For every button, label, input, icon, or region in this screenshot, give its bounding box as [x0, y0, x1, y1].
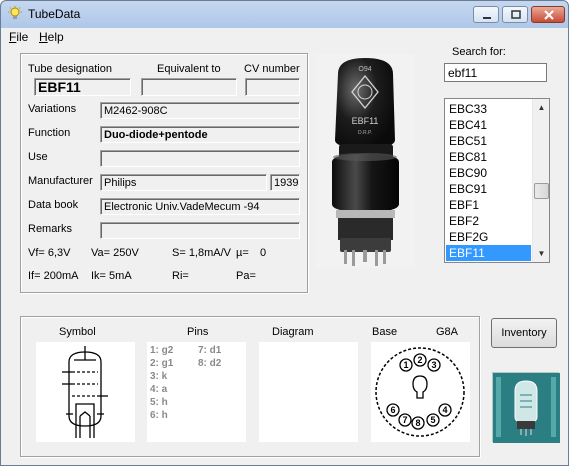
symbol-label: Symbol — [59, 326, 96, 338]
remarks-label: Remarks — [28, 223, 73, 235]
tube-photo-image: O94 EBF11 D.R.P. — [332, 58, 399, 266]
app-logo — [492, 372, 560, 443]
pa-label: Pa= — [236, 270, 256, 282]
menu-help[interactable]: Help — [39, 30, 64, 44]
mu-value: 0 — [260, 247, 267, 259]
base-pin-number: 6 — [390, 405, 395, 415]
tube-designation-field[interactable]: EBF11 — [34, 78, 131, 96]
lightbulb-icon — [8, 6, 22, 19]
ri-label: Ri= — [172, 270, 189, 282]
base-diagram-image: 1 2 3 4 5 6 7 8 — [375, 347, 465, 437]
close-button[interactable] — [531, 6, 565, 23]
base-type-label: G8A — [436, 326, 459, 338]
list-item[interactable]: EBC91 — [446, 181, 531, 197]
minimize-button[interactable] — [473, 6, 499, 23]
pins-col-1: 1: g2 2: g1 3: k 4: a 5: h 6: h — [150, 344, 173, 422]
diagram-label: Diagram — [272, 326, 314, 338]
list-item[interactable]: EBC51 — [446, 133, 531, 149]
cv-number-label: CV number — [244, 63, 300, 75]
manufacturer-field[interactable]: Philips — [100, 174, 267, 191]
list-item[interactable]: EBC41 — [446, 117, 531, 133]
base-label: Base — [372, 326, 398, 338]
databook-label: Data book — [28, 199, 79, 211]
list-item[interactable]: EBC90 — [446, 165, 531, 181]
menu-bar: File Help — [1, 28, 568, 46]
list-item[interactable]: EBC81 — [446, 149, 531, 165]
pin-entry: 4: a — [150, 384, 168, 395]
vf-value: Vf= 6,3V — [28, 247, 71, 259]
list-item-selected[interactable]: EBF11 — [446, 245, 531, 261]
tube-logo-icon — [493, 373, 560, 443]
base-pin-number: 4 — [442, 405, 447, 415]
client-area: Tube designation Equivalent to CV number… — [4, 46, 565, 463]
tube-listbox[interactable]: EBC33 EBC41 EBC51 EBC81 EBC90 EBC91 EBF1… — [444, 98, 550, 263]
pin-entry: 3: k — [150, 371, 168, 382]
photo-top-mark: O94 — [358, 66, 371, 73]
base-pin-number: 5 — [430, 415, 435, 425]
diagram-panel — [259, 342, 358, 442]
scroll-thumb[interactable] — [534, 183, 549, 199]
year-field[interactable]: 1939 — [270, 174, 300, 191]
mu-label: µ= — [236, 247, 249, 259]
symbol-panel — [36, 342, 135, 442]
remarks-field[interactable] — [100, 222, 300, 239]
pin-entry: 6: h — [150, 410, 168, 421]
list-item[interactable]: EBF2G — [446, 229, 531, 245]
base-pin-number: 7 — [402, 415, 407, 425]
pin-entry: 7: d1 — [198, 345, 222, 356]
tube-photo: O94 EBF11 D.R.P. — [316, 54, 415, 268]
inventory-button[interactable]: Inventory — [491, 318, 557, 348]
pin-entry: 2: g1 — [150, 358, 174, 369]
ik-value: Ik= 5mA — [91, 270, 132, 282]
photo-brand: EBF11 — [352, 116, 379, 126]
base-pin-number: 8 — [415, 418, 420, 428]
title-bar: TubeData — [1, 1, 568, 28]
s-value: S= 1,8mA/V — [172, 247, 232, 259]
use-label: Use — [28, 151, 48, 163]
list-scrollbar[interactable]: ▲ ▼ — [532, 99, 549, 262]
function-field[interactable]: Duo-diode+pentode — [100, 126, 300, 143]
pin-entry: 5: h — [150, 397, 168, 408]
list-item[interactable]: EBF2 — [446, 213, 531, 229]
close-icon — [544, 10, 554, 20]
scroll-up-icon[interactable]: ▲ — [533, 99, 549, 116]
photo-sub-mark: D.R.P. — [358, 130, 372, 136]
equivalent-field[interactable] — [141, 78, 237, 96]
search-input[interactable]: ebf11 — [444, 63, 547, 82]
databook-field[interactable]: Electronic Univ.VadeMecum -94 — [100, 198, 300, 215]
base-panel: 1 2 3 4 5 6 7 8 — [371, 342, 470, 442]
window-title: TubeData — [28, 7, 81, 21]
maximize-button[interactable] — [502, 6, 528, 23]
equivalent-label: Equivalent to — [157, 63, 221, 75]
use-field[interactable] — [100, 150, 300, 167]
base-pin-number: 1 — [403, 360, 408, 370]
tube-symbol-image — [62, 346, 108, 438]
list-item[interactable]: EBF1 — [446, 197, 531, 213]
pins-col-2: 7: d1 8: d2 — [198, 344, 221, 370]
va-value: Va= 250V — [91, 247, 139, 259]
base-pin-number: 3 — [431, 360, 436, 370]
search-label: Search for: — [452, 46, 506, 58]
main-window: TubeData File Help Tube designation Equi… — [0, 0, 569, 466]
menu-file[interactable]: File — [9, 30, 28, 44]
maximize-icon — [511, 10, 521, 19]
minimize-icon — [483, 17, 491, 19]
variations-field[interactable]: M2462-908C — [100, 102, 300, 119]
if-value: If= 200mA — [28, 270, 79, 282]
tube-designation-label: Tube designation — [28, 63, 112, 75]
list-item[interactable]: EBC33 — [446, 101, 531, 117]
cv-number-field[interactable] — [245, 78, 300, 96]
variations-label: Variations — [28, 103, 77, 115]
scroll-down-icon[interactable]: ▼ — [533, 245, 549, 262]
pins-panel: 1: g2 2: g1 3: k 4: a 5: h 6: h 7: d1 8:… — [147, 342, 246, 442]
base-pin-number: 2 — [417, 355, 422, 365]
pin-entry: 1: g2 — [150, 345, 174, 356]
pins-label: Pins — [187, 326, 209, 338]
manufacturer-label: Manufacturer — [28, 175, 93, 187]
pin-entry: 8: d2 — [198, 358, 222, 369]
function-label: Function — [28, 127, 71, 139]
